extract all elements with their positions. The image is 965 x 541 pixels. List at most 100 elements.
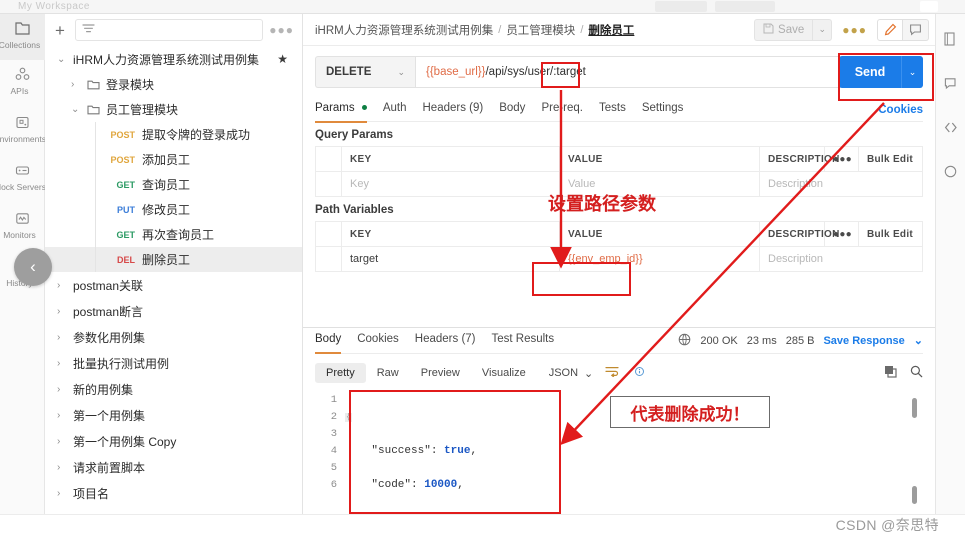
response-actions [884,365,923,381]
response-tab-body[interactable]: Body [315,329,342,354]
edit-request-button[interactable] [877,18,903,41]
collection-item-6[interactable]: › 第一个用例集 Copy [45,428,302,454]
rail-item-collections[interactable]: Collections [0,14,45,60]
tab-prerequest[interactable]: Pre-req. [541,98,583,122]
select-all-cell[interactable] [315,221,342,247]
info-circle-icon[interactable] [941,162,959,180]
response-tab-cookies[interactable]: Cookies [357,329,399,353]
tab-auth[interactable]: Auth [383,98,407,122]
chevron-down-icon[interactable]: ⌄ [57,54,73,65]
collection-root-row[interactable]: ⌄ iHRM人力资源管理系统测试用例集 ★ [45,46,302,72]
collection-item-5[interactable]: › 第一个用例集 [45,402,302,428]
search-icon[interactable] [910,365,923,381]
invite-button-cropped[interactable] [655,1,707,12]
comment-button[interactable] [903,18,929,41]
format-preview[interactable]: Preview [410,363,471,383]
format-pretty[interactable]: Pretty [315,363,366,383]
chevron-right-icon[interactable]: › [57,332,73,343]
cookies-link[interactable]: Cookies [878,104,923,116]
row-checkbox[interactable] [315,246,342,272]
sidebar-folder-login[interactable]: › 登录模块 [45,72,302,97]
format-raw[interactable]: Raw [366,363,410,383]
chevron-right-icon[interactable]: › [57,410,73,421]
collection-item-1[interactable]: › postman断言 [45,298,302,324]
wrap-lines-icon[interactable] [605,366,619,380]
query-params-bulk-edit[interactable]: Bulk Edit [858,146,923,172]
request-name: 查询员工 [142,178,191,192]
copy-icon[interactable] [884,365,897,381]
scrollbar-thumb-top[interactable] [912,398,917,418]
fold-marker-open[interactable]: { [345,413,352,422]
send-dropdown-button[interactable]: ⌄ [901,56,923,88]
path-value-input[interactable]: {{env_emp_id}} [559,246,760,272]
code-snippet-icon[interactable] [941,118,959,136]
chevron-right-icon[interactable]: › [57,436,73,447]
tab-tests[interactable]: Tests [599,98,626,122]
rail-item-apis[interactable]: APIs [0,66,45,108]
sidebar-folder-employee[interactable]: ⌄ 员工管理模块 [45,97,302,122]
path-variables-bulk-edit[interactable]: Bulk Edit [858,221,923,247]
chevron-right-icon[interactable]: › [57,306,73,317]
response-scrollbar[interactable] [912,394,917,504]
path-description-input[interactable]: Description [759,246,923,272]
chevron-right-icon[interactable]: › [57,384,73,395]
http-method-select[interactable]: DELETE ⌄ [315,56,415,88]
response-time: 23 ms [746,334,777,347]
send-button[interactable]: Send [839,56,901,88]
request-item-2[interactable]: GET 查询员工 [45,172,302,197]
response-language-select[interactable]: JSON ⌄ [549,367,594,380]
request-item-1[interactable]: POST 添加员工 [45,147,302,172]
response-tab-test-results[interactable]: Test Results [492,329,555,353]
rail-item-environments[interactable]: Environments [0,114,45,156]
comments-icon[interactable] [941,74,959,92]
select-all-cell[interactable] [315,146,342,172]
sidebar-collapse-button[interactable]: ‹ [14,248,52,286]
response-tab-headers[interactable]: Headers (7) [415,329,476,353]
tab-settings[interactable]: Settings [642,98,684,122]
new-item-button[interactable]: + [51,22,69,39]
chevron-right-icon[interactable]: › [57,280,73,291]
collection-item-3[interactable]: › 批量执行测试用例 [45,350,302,376]
star-icon[interactable]: ★ [277,52,288,66]
window-controls-cropped[interactable] [920,1,938,12]
breadcrumb-collection[interactable]: iHRM人力资源管理系统测试用例集 [315,22,493,38]
request-item-3[interactable]: PUT 修改员工 [45,197,302,222]
chevron-right-icon[interactable]: › [57,488,73,499]
chevron-right-icon[interactable]: › [57,358,73,369]
path-variables-table: KEY VALUE DESCRIPTION ●●● Bulk Edit targ… [315,221,923,272]
path-key-input[interactable]: target [341,246,560,272]
chevron-right-icon[interactable]: › [71,79,87,90]
chevron-down-icon[interactable]: ⌄ [71,104,87,115]
request-item-delete-employee[interactable]: DEL 删除员工 [45,247,302,272]
breadcrumb-folder[interactable]: 员工管理模块 [506,22,575,38]
send-button-group: Send ⌄ [839,56,923,88]
info-icon[interactable] [635,367,645,379]
rail-item-mock-servers[interactable]: Mock Servers [0,162,45,204]
rail-item-monitors[interactable]: Monitors [0,210,45,252]
query-key-input[interactable]: Key [341,171,560,197]
upgrade-button-cropped[interactable] [715,1,775,12]
sidebar-filter-input[interactable] [74,19,264,41]
query-description-input[interactable]: Description [759,171,923,197]
collection-item-4[interactable]: › 新的用例集 [45,376,302,402]
documentation-icon[interactable] [941,30,959,48]
collection-item-0[interactable]: › postman关联 [45,272,302,298]
row-checkbox[interactable] [315,171,342,197]
chevron-right-icon[interactable]: › [57,462,73,473]
request-more-button[interactable]: ●●● [842,23,867,37]
tab-params[interactable]: Params [315,98,367,123]
collection-item-8[interactable]: › 项目名 [45,480,302,506]
save-button[interactable]: Save [754,18,813,41]
tab-headers[interactable]: Headers (9) [423,98,484,122]
save-response-caret[interactable]: ⌄ [914,334,923,347]
request-item-0[interactable]: POST 提取令牌的登录成功 [45,122,302,147]
save-dropdown-button[interactable]: ⌄ [812,18,833,41]
scrollbar-thumb-bottom[interactable] [912,486,917,504]
collection-item-2[interactable]: › 参数化用例集 [45,324,302,350]
sidebar-more-button[interactable]: ●●● [269,23,294,37]
tab-body[interactable]: Body [499,98,525,122]
save-response-button[interactable]: Save Response [823,335,904,347]
request-item-4[interactable]: GET 再次查询员工 [45,222,302,247]
format-visualize[interactable]: Visualize [471,363,537,383]
collection-item-7[interactable]: › 请求前置脚本 [45,454,302,480]
